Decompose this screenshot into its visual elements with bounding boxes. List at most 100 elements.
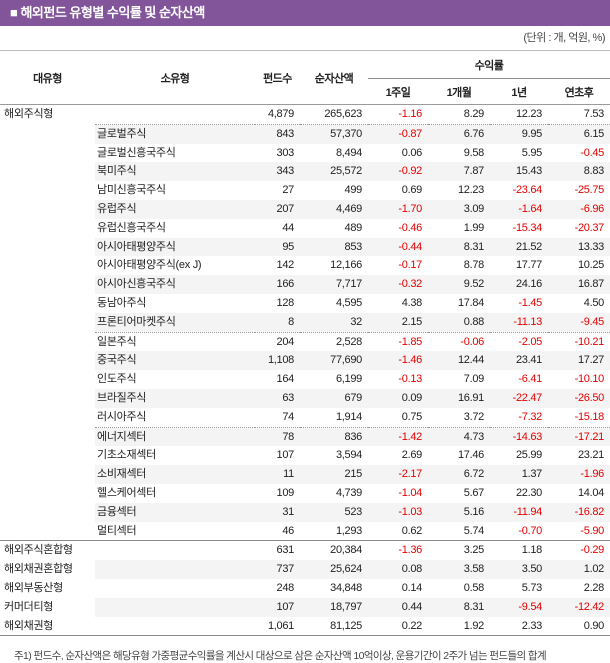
cell-net-assets: 12,166 <box>300 256 368 276</box>
cell-major-type <box>0 199 95 219</box>
cell-fund-count: 109 <box>255 483 300 503</box>
cell-fund-count: 31 <box>255 502 300 522</box>
cell-return-ytd: 13.33 <box>548 237 610 257</box>
cell-return-1month: 16.91 <box>428 388 490 408</box>
table-row: 에너지섹터 78 836 -1.42 4.73 -14.63 -17.21 <box>0 427 610 447</box>
cell-major-type <box>0 218 95 238</box>
cell-return-ytd: -20.37 <box>548 218 610 238</box>
cell-return-1year: 5.73 <box>490 578 548 598</box>
cell-return-1month: 9.58 <box>428 143 490 163</box>
cell-major-type: 해외주식혼합형 <box>0 540 95 561</box>
cell-major-type <box>0 237 95 257</box>
cell-major-type: 해외채권형 <box>0 616 95 637</box>
cell-major-type <box>0 256 95 276</box>
cell-return-1month: 5.67 <box>428 483 490 503</box>
cell-minor-type: 브라질주식 <box>95 388 255 408</box>
cell-return-1week: -0.44 <box>368 237 428 257</box>
cell-major-type <box>0 293 95 313</box>
cell-return-1week: -0.46 <box>368 218 428 238</box>
cell-fund-count: 74 <box>255 407 300 428</box>
cell-net-assets: 836 <box>300 427 368 447</box>
cell-minor-type: 금융섹터 <box>95 502 255 522</box>
cell-return-1month: 9.52 <box>428 275 490 294</box>
cell-fund-count: 248 <box>255 578 300 598</box>
cell-fund-count: 46 <box>255 521 300 542</box>
cell-net-assets: 18,797 <box>300 597 368 617</box>
cell-minor-type: 일본주식 <box>95 332 255 352</box>
cell-minor-type: 러시아주식 <box>95 407 255 428</box>
cell-return-1year: -2.05 <box>490 332 548 352</box>
cell-net-assets: 499 <box>300 181 368 200</box>
cell-fund-count: 204 <box>255 332 300 352</box>
cell-fund-count: 27 <box>255 181 300 200</box>
cell-return-ytd: 16.87 <box>548 275 610 294</box>
cell-return-ytd: 1.02 <box>548 560 610 579</box>
table-row: 해외주식형 4,879 265,623 -1.16 8.29 12.23 7.5… <box>0 104 610 125</box>
cell-fund-count: 128 <box>255 293 300 313</box>
table-row: 인도주식 164 6,199 -0.13 7.09 -6.41 -10.10 <box>0 370 610 389</box>
cell-minor-type <box>95 540 255 561</box>
cell-major-type: 커머더티형 <box>0 597 95 617</box>
cell-major-type <box>0 143 95 163</box>
cell-fund-count: 737 <box>255 560 300 579</box>
cell-fund-count: 1,108 <box>255 351 300 371</box>
cell-return-1year: 23.41 <box>490 351 548 371</box>
cell-return-ytd: -9.45 <box>548 312 610 333</box>
cell-net-assets: 6,199 <box>300 370 368 389</box>
cell-return-1year: 15.43 <box>490 162 548 182</box>
cell-minor-type: 기초소재섹터 <box>95 446 255 466</box>
cell-net-assets: 4,739 <box>300 483 368 503</box>
cell-fund-count: 343 <box>255 162 300 182</box>
table-row: 브라질주식 63 679 0.09 16.91 -22.47 -26.50 <box>0 388 610 408</box>
cell-return-1week: 4.38 <box>368 293 428 313</box>
table-row: 해외주식혼합형 631 20,384 -1.36 3.25 1.18 -0.29 <box>0 540 610 561</box>
cell-return-1week: -1.36 <box>368 540 428 561</box>
cell-return-ytd: 2.28 <box>548 578 610 598</box>
table-row: 아시아태평양주식 95 853 -0.44 8.31 21.52 13.33 <box>0 237 610 257</box>
cell-major-type <box>0 483 95 503</box>
cell-return-1year: 5.95 <box>490 143 548 163</box>
cell-return-1year: -1.64 <box>490 199 548 219</box>
cell-fund-count: 207 <box>255 199 300 219</box>
cell-return-1year: -11.13 <box>490 312 548 333</box>
cell-return-1year: -9.54 <box>490 597 548 617</box>
cell-return-ytd: 14.04 <box>548 483 610 503</box>
cell-return-ytd: 0.90 <box>548 616 610 637</box>
cell-return-1week: 0.62 <box>368 521 428 542</box>
cell-fund-count: 107 <box>255 446 300 466</box>
cell-minor-type: 아시아태평양주식(ex J) <box>95 256 255 276</box>
cell-net-assets: 77,690 <box>300 351 368 371</box>
cell-net-assets: 32 <box>300 312 368 333</box>
table-row: 러시아주식 74 1,914 0.75 3.72 -7.32 -15.18 <box>0 407 610 428</box>
table-row: 아시아신흥국주식 166 7,717 -0.32 9.52 24.16 16.8… <box>0 275 610 294</box>
cell-return-1year: -1.45 <box>490 293 548 313</box>
cell-major-type <box>0 275 95 294</box>
cell-net-assets: 265,623 <box>300 104 368 125</box>
cell-return-1month: 3.25 <box>428 540 490 561</box>
cell-return-1week: 0.69 <box>368 181 428 200</box>
cell-fund-count: 44 <box>255 218 300 238</box>
table-row: 헬스케어섹터 109 4,739 -1.04 5.67 22.30 14.04 <box>0 483 610 503</box>
cell-minor-type: 동남아주식 <box>95 293 255 313</box>
cell-major-type <box>0 446 95 466</box>
cell-return-1month: 1.92 <box>428 616 490 637</box>
cell-return-1week: 0.06 <box>368 143 428 163</box>
cell-fund-count: 166 <box>255 275 300 294</box>
cell-minor-type <box>95 616 255 637</box>
table-row: 남미신흥국주식 27 499 0.69 12.23 -23.64 -25.75 <box>0 181 610 200</box>
cell-minor-type <box>95 597 255 617</box>
cell-major-type <box>0 521 95 542</box>
cell-net-assets: 25,624 <box>300 560 368 579</box>
table-row: 유럽신흥국주식 44 489 -0.46 1.99 -15.34 -20.37 <box>0 218 610 238</box>
table-header: 대유형 소유형 펀드수 순자산액 수익률 1주일 1개월 1년 연초후 <box>0 50 610 105</box>
table-row: 아시아태평양주식(ex J) 142 12,166 -0.17 8.78 17.… <box>0 256 610 276</box>
table-row: 글로벌주식 843 57,370 -0.87 6.76 9.95 6.15 <box>0 124 610 144</box>
cell-return-ytd: 17.27 <box>548 351 610 371</box>
cell-return-1year: -6.41 <box>490 370 548 389</box>
table-row: 중국주식 1,108 77,690 -1.46 12.44 23.41 17.2… <box>0 351 610 371</box>
cell-return-1month: 7.09 <box>428 370 490 389</box>
cell-return-1week: -1.04 <box>368 483 428 503</box>
cell-return-1week: -1.42 <box>368 427 428 447</box>
table-row: 동남아주식 128 4,595 4.38 17.84 -1.45 4.50 <box>0 293 610 313</box>
cell-return-1month: 17.84 <box>428 293 490 313</box>
